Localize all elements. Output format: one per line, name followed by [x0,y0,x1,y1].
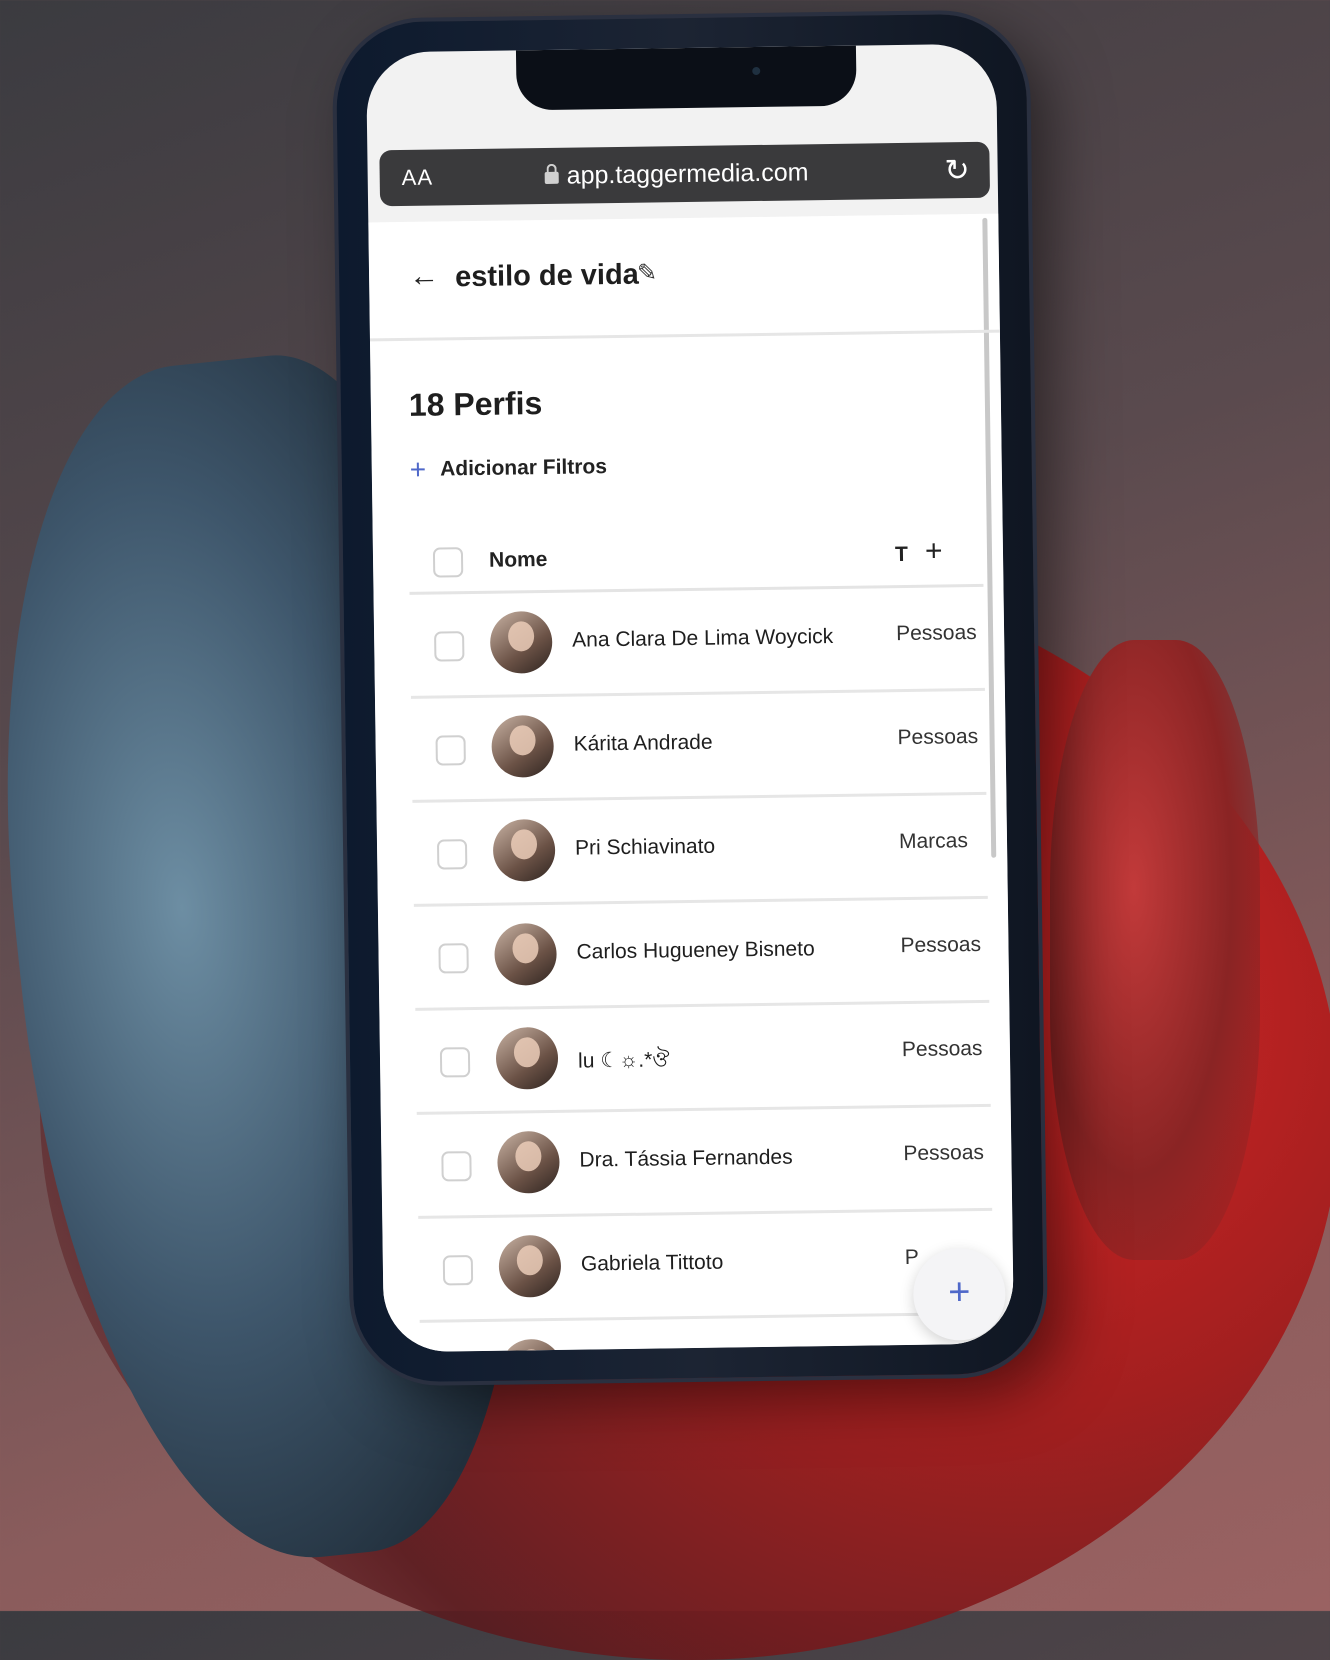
table-row[interactable]: Ana Clara De Lima Woycick Pessoas [409,586,985,699]
profile-count: 18 Perfis [408,385,543,423]
hand-fingers-photo [1050,640,1260,1260]
plus-icon: + [409,453,427,485]
table-row[interactable]: Kárita Andrade Pessoas [410,690,987,803]
table-row[interactable]: Gabriela Tittoto P [418,1210,994,1323]
profile-name[interactable]: Dra. Tássia Fernandes [579,1146,793,1173]
page-title: estilo de vida [454,258,640,294]
column-header-name[interactable]: Nome [489,548,548,573]
url-display[interactable]: app.taggermedia.com [544,157,809,191]
avatar [492,818,556,882]
profile-name[interactable]: Kárita Andrade [573,731,712,757]
profile-type: Pessoas [897,724,979,750]
phone-notch [515,45,857,111]
row-checkbox[interactable] [434,631,465,662]
profile-type: Pessoas [895,620,977,646]
avatar [498,1234,562,1298]
profiles-table: Nome T + Ana Clara De Lima Woycick Pesso… [408,523,995,1353]
phone-frame: AA app.taggermedia.com ↻ ← estilo de vid… [335,13,1045,1383]
profile-name[interactable]: Ana Clara De Lima Woycick [572,625,833,653]
profile-name[interactable]: Gabriela Tittoto [581,1251,724,1277]
avatar [497,1130,560,1194]
add-filters-button[interactable]: + Adicionar Filtros [410,451,608,486]
profile-name[interactable]: Pri Schiavinato [575,835,715,861]
profile-type: P [904,1245,920,1270]
browser-url-bar[interactable]: AA app.taggermedia.com ↻ [379,141,991,207]
app-page: ← estilo de vida ✎ 18 Perfis + Adicionar… [368,213,1015,1353]
pencil-icon[interactable]: ✎ [637,258,658,287]
profile-name[interactable]: Carlos Hugueney Bisneto [576,937,814,964]
avatar [499,1338,563,1353]
profile-type: Pessoas [903,1140,985,1166]
profile-type: Marcas [898,829,969,854]
table-row[interactable]: Dra. Tássia Fernandes Pessoas [416,1106,993,1219]
column-header-type[interactable]: T [895,543,908,567]
arrow-left-icon[interactable]: ← [409,259,439,293]
plus-icon: + [947,1271,971,1314]
select-all-checkbox[interactable] [432,547,464,578]
add-column-icon[interactable]: + [925,534,943,568]
table-header: Nome T + [408,523,984,595]
row-checkbox[interactable] [436,839,468,870]
avatar [495,1026,559,1090]
avatar [489,610,553,674]
add-filters-label: Adicionar Filtros [439,455,608,481]
reload-icon[interactable]: ↻ [944,153,970,188]
page-header: ← estilo de vida ✎ [368,213,1000,342]
camera-dot [752,66,761,76]
avatar [494,922,557,986]
row-checkbox[interactable] [441,1151,472,1182]
table-row[interactable]: Carlos Hugueney Bisneto Pessoas [413,898,990,1011]
text-size-button[interactable]: AA [402,165,434,191]
url-text: app.taggermedia.com [566,157,809,190]
lock-icon [544,171,559,184]
phone-screen: AA app.taggermedia.com ↻ ← estilo de vid… [365,43,1015,1353]
avatar [491,714,555,778]
table-row[interactable]: Pri Schiavinato Marcas [412,794,988,907]
profile-type: Pessoas [901,1036,983,1062]
profile-type: Pessoas [906,1349,987,1352]
table-row[interactable]: lu ☾☼.*ঔ Pessoas [415,1002,991,1115]
profile-type: Pessoas [900,932,982,958]
row-checkbox[interactable] [435,735,466,766]
row-checkbox[interactable] [438,943,469,974]
row-checkbox[interactable] [439,1047,471,1078]
profile-name[interactable]: lu ☾☼.*ঔ [578,1043,670,1079]
row-checkbox[interactable] [442,1255,474,1286]
